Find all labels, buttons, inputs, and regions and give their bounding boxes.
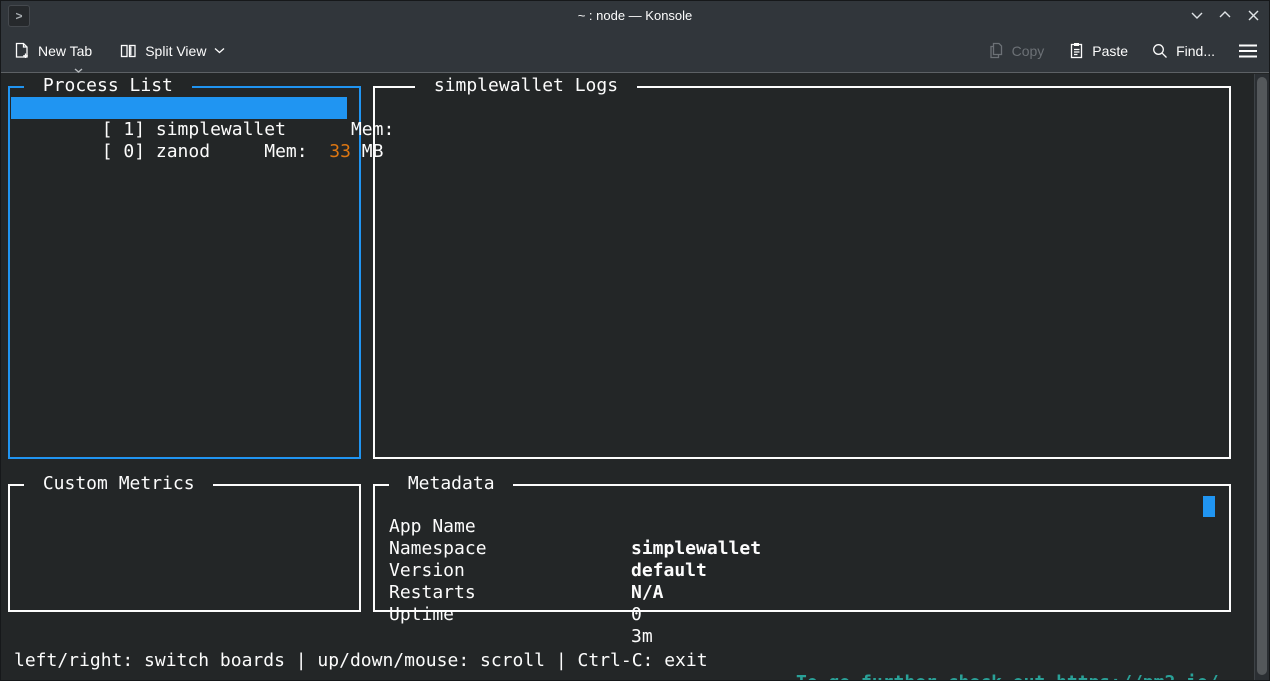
logs-panel-title: simplewallet Logs — [415, 75, 637, 97]
hamburger-menu-icon — [1239, 44, 1257, 58]
paste-label: Paste — [1092, 43, 1128, 59]
process-row-selected[interactable]: [ 1] simplewallet Mem: — [11, 97, 347, 119]
copy-icon — [988, 42, 1004, 59]
terminal-scrollbar[interactable] — [1254, 74, 1269, 680]
new-tab-label: New Tab — [38, 43, 92, 59]
metadata-row: Uptime 3m — [375, 582, 1229, 604]
split-view-button[interactable]: Split View — [120, 43, 225, 59]
terminal-scrollbar-thumb[interactable] — [1257, 77, 1267, 675]
find-label: Find... — [1176, 43, 1215, 59]
process-row[interactable]: [ 0] zanod Mem: 33 MB — [11, 119, 383, 141]
metadata-rows: App Name simplewallet Namespace default … — [375, 494, 1229, 604]
custom-metrics-panel: Custom Metrics — [8, 484, 361, 612]
split-view-chevron-down-icon — [214, 47, 225, 54]
copy-label: Copy — [1012, 43, 1045, 59]
new-tab-button[interactable]: New Tab — [13, 42, 92, 59]
toolbar: New Tab Split View Copy — [1, 29, 1269, 73]
close-icon — [1248, 10, 1259, 21]
copy-button[interactable]: Copy — [988, 42, 1045, 59]
konsole-app-icon-glyph: > — [15, 9, 22, 23]
metadata-row: Version N/A — [375, 538, 1229, 560]
window-title: ~ : node — Konsole — [1, 8, 1269, 23]
window-controls — [1187, 1, 1263, 29]
metadata-row: Namespace default — [375, 516, 1229, 538]
new-tab-icon — [13, 42, 30, 59]
maximize-button[interactable] — [1215, 5, 1235, 25]
process-list-title: Process List — [24, 75, 192, 97]
metadata-value: 0 — [631, 604, 642, 626]
close-button[interactable] — [1243, 5, 1263, 25]
find-button[interactable]: Find... — [1152, 43, 1215, 59]
search-icon — [1152, 43, 1168, 59]
status-keybindings-text: left/right: switch boards | up/down/mous… — [14, 650, 708, 672]
split-view-label: Split View — [145, 43, 206, 59]
split-view-icon — [120, 43, 137, 59]
metadata-row: Restarts 0 — [375, 560, 1229, 582]
konsole-window: > ~ : node — Konsole — [0, 0, 1270, 681]
minimize-button[interactable] — [1187, 5, 1207, 25]
toolbar-left-group: New Tab Split View — [13, 42, 225, 59]
custom-metrics-title: Custom Metrics — [24, 473, 213, 495]
process-row-text: [ 0] zanod Mem: — [102, 141, 330, 162]
chevron-up-icon — [1219, 11, 1231, 19]
logs-panel: simplewallet Logs — [373, 86, 1231, 459]
process-row-mem-value: 33 — [329, 141, 351, 162]
toolbar-right-group: Copy Paste Find... — [988, 42, 1257, 59]
status-line: left/right: switch boards | up/down/mous… — [1, 628, 1269, 650]
pm2-promo-link[interactable]: To go further check out https://pm2.io/ — [796, 672, 1219, 681]
metadata-label: Uptime — [389, 604, 454, 626]
chevron-down-icon — [1191, 11, 1203, 19]
terminal-screen[interactable]: Process List [ 1] simplewallet Mem: [ 0]… — [1, 74, 1269, 680]
titlebar: > ~ : node — Konsole — [1, 1, 1269, 29]
metadata-panel: Metadata App Name simplewallet Namespace… — [373, 484, 1231, 612]
paste-icon — [1068, 42, 1084, 59]
metadata-row: App Name simplewallet — [375, 494, 1229, 516]
process-list-panel: Process List [ 1] simplewallet Mem: [ 0]… — [8, 86, 361, 459]
metadata-title: Metadata — [389, 473, 513, 495]
paste-button[interactable]: Paste — [1068, 42, 1128, 59]
menu-button[interactable] — [1239, 44, 1257, 58]
konsole-app-icon[interactable]: > — [8, 5, 30, 27]
